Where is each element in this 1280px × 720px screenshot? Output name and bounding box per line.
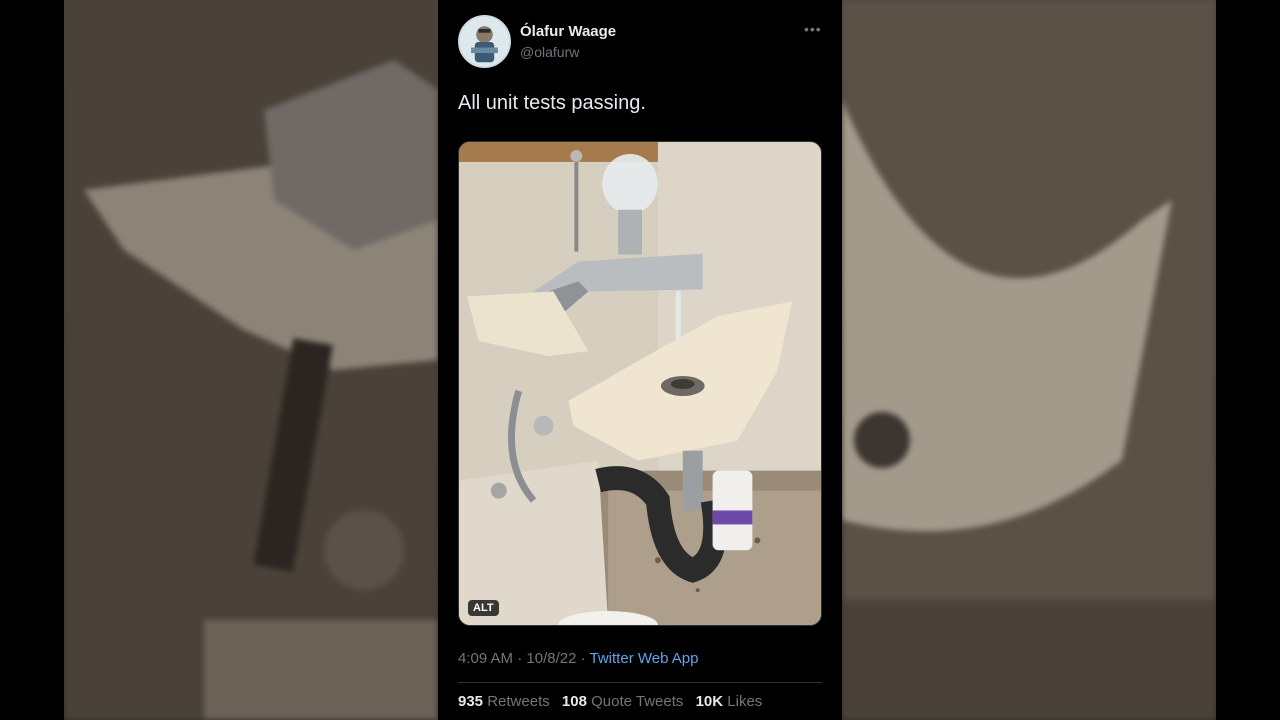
tweet-card: Ólafur Waage @olafurw ••• All unit tests…: [438, 0, 842, 720]
likes-count: 10K: [695, 693, 724, 710]
meta-separator: ·: [517, 650, 523, 667]
tweet-stats: 935 Retweets 108 Quote Tweets 10K Likes: [458, 693, 770, 710]
retweets-stat[interactable]: 935 Retweets: [458, 693, 554, 710]
tweet-media-image[interactable]: ALT: [458, 141, 822, 626]
tweet-metadata: 4:09 AM · 10/8/22 · Twitter Web App: [458, 650, 698, 667]
quote-tweets-label: Quote Tweets: [591, 693, 684, 710]
likes-label: Likes: [727, 693, 763, 710]
more-horizontal-icon[interactable]: •••: [804, 22, 822, 38]
video-frame: Ólafur Waage @olafurw ••• All unit tests…: [0, 0, 1280, 720]
avatar[interactable]: [458, 15, 511, 68]
alt-badge[interactable]: ALT: [468, 600, 499, 616]
tweet-source[interactable]: Twitter Web App: [590, 650, 699, 667]
tweet-date[interactable]: 10/8/22: [526, 650, 576, 667]
tweet-time[interactable]: 4:09 AM: [458, 650, 513, 667]
broken-sink-photo: [459, 142, 821, 625]
avatar-illustration-icon: [460, 17, 509, 66]
meta-separator: ·: [580, 650, 586, 667]
retweets-label: Retweets: [487, 693, 550, 710]
likes-stat[interactable]: 10K Likes: [696, 693, 763, 710]
quote-tweets-count: 108: [561, 693, 587, 710]
retweets-count: 935: [458, 693, 484, 710]
author-name[interactable]: Ólafur Waage: [520, 23, 616, 40]
tweet-text: All unit tests passing.: [458, 92, 646, 114]
quote-tweets-stat[interactable]: 108 Quote Tweets: [562, 693, 688, 710]
blurred-background-left: [64, 0, 438, 720]
author-handle[interactable]: @olafurw: [520, 44, 579, 60]
divider: [458, 682, 822, 683]
blurred-background-right: [842, 0, 1216, 720]
